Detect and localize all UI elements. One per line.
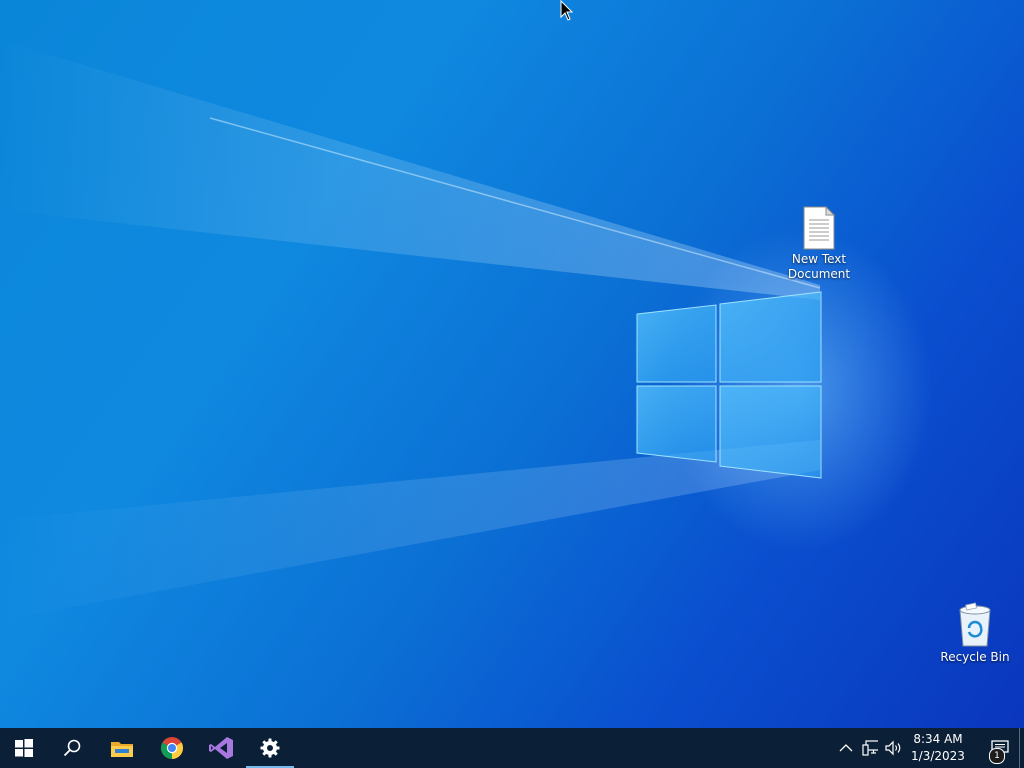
wallpaper	[0, 40, 822, 620]
gear-icon	[260, 738, 280, 758]
text-document-icon	[803, 206, 836, 250]
start-button[interactable]	[0, 728, 48, 768]
file-explorer-button[interactable]	[98, 728, 146, 768]
desktop[interactable]: New Text Document Recycle Bin	[0, 0, 1024, 728]
taskbar-clock[interactable]: 8:34 AM 1/3/2023	[906, 731, 970, 765]
network-icon	[862, 740, 878, 756]
show-hidden-icons-button[interactable]	[838, 740, 854, 756]
chevron-up-icon	[839, 744, 853, 752]
windows-logo-wallpaper	[636, 291, 822, 479]
taskbar: 8:34 AM 1/3/2023 1	[0, 728, 1024, 768]
search-button[interactable]	[48, 728, 96, 768]
network-button[interactable]	[862, 740, 878, 756]
chrome-icon	[161, 737, 183, 759]
clock-date: 1/3/2023	[911, 749, 965, 763]
desktop-icon-label: Recycle Bin	[940, 650, 1010, 664]
notification-count-badge: 1	[989, 748, 1005, 764]
settings-button[interactable]	[246, 728, 294, 768]
folder-icon	[111, 742, 133, 757]
search-icon	[63, 739, 81, 757]
desktop-icon-recycle-bin[interactable]: Recycle Bin	[937, 602, 1013, 665]
clock-time: 8:34 AM	[913, 732, 963, 746]
chrome-button[interactable]	[148, 728, 196, 768]
show-desktop-button[interactable]	[1019, 728, 1024, 768]
mouse-cursor-icon	[560, 0, 574, 21]
volume-button[interactable]	[885, 740, 901, 756]
recycle-bin-icon	[959, 602, 991, 647]
desktop-icon-label: New Text Document	[787, 252, 851, 281]
visual-studio-button[interactable]	[197, 728, 245, 768]
visual-studio-icon	[209, 737, 233, 759]
desktop-icon-new-text-document[interactable]: New Text Document	[781, 206, 857, 282]
volume-icon	[885, 740, 901, 756]
windows-logo-icon	[15, 739, 33, 757]
